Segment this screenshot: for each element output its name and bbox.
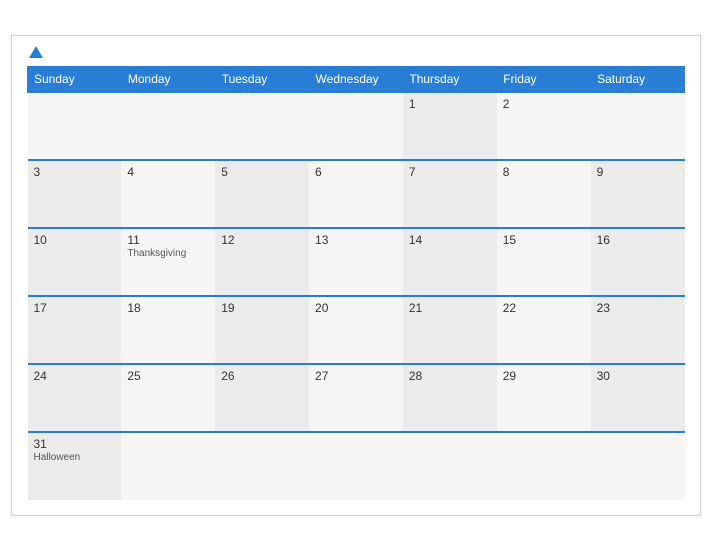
holiday-label: Thanksgiving	[127, 248, 209, 259]
day-cell: 22	[497, 296, 591, 364]
day-cell: 27	[309, 364, 403, 432]
day-cell: 18	[121, 296, 215, 364]
day-header-thursday: Thursday	[403, 66, 497, 92]
day-number: 19	[221, 301, 303, 315]
day-cell: 8	[497, 160, 591, 228]
day-number: 8	[503, 165, 585, 179]
day-cell: 1	[403, 92, 497, 160]
day-cell: 12	[215, 228, 309, 296]
day-cell	[497, 432, 591, 500]
day-cell: 4	[121, 160, 215, 228]
day-cell: 26	[215, 364, 309, 432]
day-cell	[215, 92, 309, 160]
day-number: 20	[315, 301, 397, 315]
day-number: 14	[409, 233, 491, 247]
day-cell	[121, 432, 215, 500]
day-number: 18	[127, 301, 209, 315]
day-number: 31	[34, 437, 116, 451]
calendar-grid: SundayMondayTuesdayWednesdayThursdayFrid…	[27, 66, 685, 500]
holiday-label: Halloween	[34, 452, 116, 463]
day-header-tuesday: Tuesday	[215, 66, 309, 92]
day-number: 13	[315, 233, 397, 247]
day-cell	[591, 432, 685, 500]
day-number: 24	[34, 369, 116, 383]
day-cell: 10	[28, 228, 122, 296]
day-cell	[28, 92, 122, 160]
day-cell: 28	[403, 364, 497, 432]
day-cell: 23	[591, 296, 685, 364]
day-number: 3	[34, 165, 116, 179]
day-header-sunday: Sunday	[28, 66, 122, 92]
day-cell	[403, 432, 497, 500]
day-cell: 20	[309, 296, 403, 364]
day-number: 17	[34, 301, 116, 315]
day-number: 5	[221, 165, 303, 179]
calendar-container: SundayMondayTuesdayWednesdayThursdayFrid…	[11, 35, 701, 516]
day-cell: 15	[497, 228, 591, 296]
day-cell: 7	[403, 160, 497, 228]
day-number: 25	[127, 369, 209, 383]
day-cell: 9	[591, 160, 685, 228]
day-cell: 30	[591, 364, 685, 432]
days-header-row: SundayMondayTuesdayWednesdayThursdayFrid…	[28, 66, 685, 92]
day-cell	[121, 92, 215, 160]
week-row-2: 3456789	[28, 160, 685, 228]
day-cell: 11Thanksgiving	[121, 228, 215, 296]
day-header-wednesday: Wednesday	[309, 66, 403, 92]
day-number: 1	[409, 97, 491, 111]
day-cell: 13	[309, 228, 403, 296]
week-row-3: 10 11Thanksgiving 12 13 14 15 16	[28, 228, 685, 296]
day-cell: 25	[121, 364, 215, 432]
day-number: 23	[597, 301, 679, 315]
day-cell: 21	[403, 296, 497, 364]
day-number: 4	[127, 165, 209, 179]
day-number: 29	[503, 369, 585, 383]
day-number: 11	[127, 233, 209, 247]
week-row-1: 12	[28, 92, 685, 160]
day-cell: 31Halloween	[28, 432, 122, 500]
day-cell	[215, 432, 309, 500]
day-number: 6	[315, 165, 397, 179]
logo	[27, 46, 43, 58]
day-cell: 19	[215, 296, 309, 364]
day-number: 27	[315, 369, 397, 383]
day-number: 10	[34, 233, 116, 247]
day-number: 28	[409, 369, 491, 383]
day-number: 7	[409, 165, 491, 179]
day-cell: 29	[497, 364, 591, 432]
day-number: 30	[597, 369, 679, 383]
day-number: 21	[409, 301, 491, 315]
week-row-4: 17 18 19 20 21 22 23	[28, 296, 685, 364]
day-cell: 14	[403, 228, 497, 296]
day-cell: 16	[591, 228, 685, 296]
day-cell	[309, 92, 403, 160]
day-cell	[309, 432, 403, 500]
day-header-saturday: Saturday	[591, 66, 685, 92]
day-cell	[591, 92, 685, 160]
day-number: 2	[503, 97, 585, 111]
day-header-friday: Friday	[497, 66, 591, 92]
day-cell: 2	[497, 92, 591, 160]
day-number: 26	[221, 369, 303, 383]
logo-triangle-icon	[29, 46, 43, 58]
day-cell: 3	[28, 160, 122, 228]
day-number: 12	[221, 233, 303, 247]
day-cell: 6	[309, 160, 403, 228]
week-row-6: 31Halloween	[28, 432, 685, 500]
day-number: 9	[597, 165, 679, 179]
day-header-monday: Monday	[121, 66, 215, 92]
calendar-header	[27, 46, 685, 58]
day-cell: 24	[28, 364, 122, 432]
day-number: 16	[597, 233, 679, 247]
day-cell: 5	[215, 160, 309, 228]
day-number: 15	[503, 233, 585, 247]
day-number: 22	[503, 301, 585, 315]
week-row-5: 24 25 26 27 28 29 30	[28, 364, 685, 432]
day-cell: 17	[28, 296, 122, 364]
